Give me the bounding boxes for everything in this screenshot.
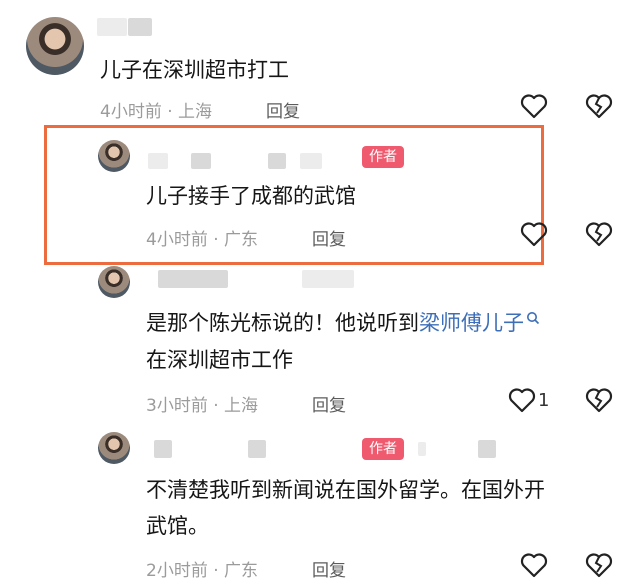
heart-icon[interactable]: [508, 387, 536, 413]
broken-heart-icon[interactable]: [585, 387, 613, 413]
heart-icon[interactable]: [520, 552, 548, 578]
avatar[interactable]: [98, 266, 130, 298]
comment-text: 儿子接手了成都的武馆: [146, 184, 356, 208]
username-redacted: [128, 18, 152, 36]
broken-heart-icon[interactable]: [585, 221, 613, 247]
username-redacted: [302, 270, 354, 288]
broken-heart-icon[interactable]: [585, 552, 613, 578]
comment-text: 不清楚我听到新闻说在国外留学。在国外开: [146, 478, 545, 502]
broken-heart-icon[interactable]: [585, 93, 613, 119]
like-count: 1: [538, 390, 550, 411]
username-redacted: [300, 153, 322, 169]
username-redacted: [158, 270, 228, 288]
username-redacted: [418, 442, 426, 456]
comment-text: 是那个陈光标说的！他说听到梁师傅儿子: [146, 305, 540, 341]
comment-meta: 3小时前 · 上海: [146, 396, 259, 416]
comment-text-part: 是那个陈光标说的！他说听到: [146, 311, 419, 335]
avatar[interactable]: [98, 432, 130, 464]
avatar[interactable]: [26, 17, 84, 75]
reply-button[interactable]: 回复: [266, 97, 300, 122]
username-redacted: [268, 153, 286, 169]
comment-text-line2: 在深圳超市工作: [146, 348, 293, 372]
username-redacted: [248, 440, 266, 458]
heart-icon[interactable]: [520, 221, 548, 247]
author-badge: 作者: [362, 438, 404, 460]
comment-meta: 2小时前 · 广东: [146, 561, 259, 581]
heart-icon[interactable]: [520, 93, 548, 119]
author-badge: 作者: [362, 146, 404, 168]
search-link[interactable]: 梁师傅儿子: [419, 311, 524, 335]
comment-text: 儿子在深圳超市打工: [100, 58, 289, 82]
comment-meta: 4小时前 · 广东: [146, 230, 259, 250]
avatar[interactable]: [98, 140, 130, 172]
comment-meta: 4小时前 · 上海: [100, 102, 213, 122]
username-redacted: [191, 153, 211, 169]
comment-text-line2: 武馆。: [146, 514, 209, 538]
search-icon[interactable]: [526, 311, 540, 325]
reply-button[interactable]: 回复: [312, 556, 346, 581]
username-redacted: [97, 18, 127, 36]
username-redacted: [478, 440, 496, 458]
reply-button[interactable]: 回复: [312, 225, 346, 250]
reply-button[interactable]: 回复: [312, 391, 346, 416]
username-redacted: [154, 440, 172, 458]
username-redacted: [148, 153, 168, 169]
